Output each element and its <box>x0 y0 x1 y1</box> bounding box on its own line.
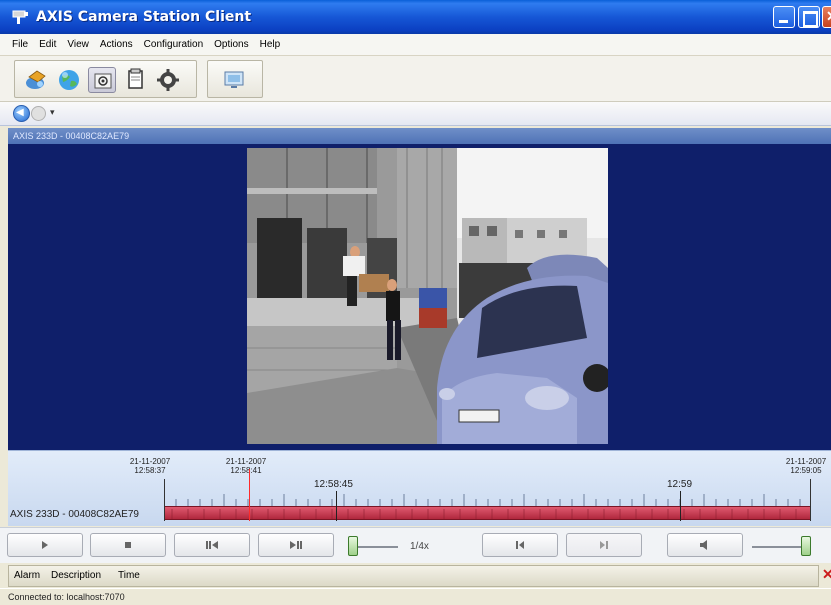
menu-actions[interactable]: Actions <box>100 39 133 50</box>
time-column-header[interactable]: Time <box>118 566 140 586</box>
toolbar <box>0 56 831 102</box>
menu-edit[interactable]: Edit <box>39 39 56 50</box>
toolbar-configuration-button[interactable] <box>154 67 182 93</box>
camera-name: AXIS 233D - 00408C82AE79 <box>13 131 130 141</box>
skip-forward-icon <box>600 541 608 549</box>
toolbar-live-view-button[interactable] <box>23 67 51 93</box>
globe-icon <box>59 70 79 90</box>
timeline-end-label: 21-11-2007 12:59:05 <box>785 457 827 475</box>
camera-video-frame[interactable] <box>247 148 608 444</box>
timeline-marker-line <box>336 491 337 521</box>
step-forward-button[interactable] <box>258 533 334 557</box>
playback-cursor-line[interactable] <box>249 469 250 521</box>
playback-controls: 1/4x <box>0 527 831 563</box>
stop-button[interactable] <box>90 533 166 557</box>
speaker-icon <box>700 540 707 550</box>
timeline-start-line <box>164 479 165 521</box>
toolbar-recordings-button[interactable] <box>55 67 83 93</box>
alarm-column-header[interactable]: Alarm <box>14 566 40 586</box>
toolbar-main-group <box>14 60 197 98</box>
audio-button[interactable] <box>667 533 743 557</box>
status-bar: Connected to: localhost:7070 <box>0 588 831 605</box>
menu-bar: File Edit View Actions Configuration Opt… <box>0 34 831 56</box>
recording-track-segments <box>171 509 797 519</box>
film-reel-icon <box>94 73 112 89</box>
timeline-end-line <box>810 479 811 521</box>
document-icon <box>128 68 143 89</box>
menu-view[interactable]: View <box>67 39 89 50</box>
window-title: AXIS Camera Station Client <box>36 9 252 25</box>
monitor-icon <box>224 71 244 88</box>
next-recording-button[interactable] <box>566 533 642 557</box>
app-window: AXIS Camera Station Client File Edit Vie… <box>0 0 831 605</box>
history-dropdown-icon[interactable]: ▾ <box>50 107 55 118</box>
toolbar-secondary-group <box>207 60 263 98</box>
live-view-icon <box>26 70 46 89</box>
step-forward-icon <box>290 541 302 549</box>
connection-status: Connected to: localhost:7070 <box>8 592 125 602</box>
close-button[interactable] <box>822 6 831 28</box>
navigation-bar: ▾ <box>0 102 831 126</box>
timeline-marker-label: 12:58:45 <box>314 479 353 490</box>
toolbar-playback-button[interactable] <box>88 67 116 93</box>
toolbar-sequence-button[interactable] <box>220 67 248 93</box>
forward-button[interactable] <box>31 106 46 121</box>
timeline-cursor-label: 21-11-2007 12:58:41 <box>225 457 267 475</box>
camera-scene-image <box>247 148 608 444</box>
speed-slider-thumb[interactable] <box>348 536 358 556</box>
camera-view-header: AXIS 233D - 00408C82AE79 <box>8 128 831 144</box>
timeline-track-label: AXIS 233D - 00408C82AE79 <box>10 509 139 520</box>
volume-slider-thumb[interactable] <box>801 536 811 556</box>
menu-file[interactable]: File <box>12 39 28 50</box>
axis-camera-icon <box>10 8 30 26</box>
close-alarm-panel-icon[interactable]: ✕ <box>822 566 831 583</box>
recording-track[interactable] <box>164 506 810 520</box>
play-button[interactable] <box>7 533 83 557</box>
toolbar-export-button[interactable] <box>121 67 149 93</box>
description-column-header[interactable]: Description <box>51 566 101 586</box>
timeline-marker-line <box>680 491 681 521</box>
skip-back-icon <box>516 541 524 549</box>
gear-icon <box>157 69 179 91</box>
timeline-start-label: 21-11-2007 12:58:37 <box>129 457 171 475</box>
menu-options[interactable]: Options <box>214 39 248 50</box>
maximize-button[interactable] <box>798 6 820 28</box>
menu-configuration[interactable]: Configuration <box>144 39 203 50</box>
minimize-button[interactable] <box>773 6 795 28</box>
menu-help[interactable]: Help <box>260 39 281 50</box>
video-area <box>8 144 831 450</box>
timeline-ruler <box>164 494 801 506</box>
step-backward-button[interactable] <box>174 533 250 557</box>
title-bar[interactable]: AXIS Camera Station Client <box>0 0 831 34</box>
stop-icon <box>125 542 131 548</box>
timeline-marker-label: 12:59 <box>667 479 693 490</box>
alarm-list-header: Alarm Description Time <box>8 565 819 587</box>
playback-timeline[interactable]: 21-11-2007 12:58:37 21-11-2007 12:58:41 … <box>8 450 831 526</box>
step-backward-icon <box>206 541 218 549</box>
volume-slider-track[interactable] <box>752 546 804 548</box>
play-icon <box>42 541 48 549</box>
previous-recording-button[interactable] <box>482 533 558 557</box>
back-button[interactable] <box>13 105 30 122</box>
playback-speed-label: 1/4x <box>410 541 429 552</box>
